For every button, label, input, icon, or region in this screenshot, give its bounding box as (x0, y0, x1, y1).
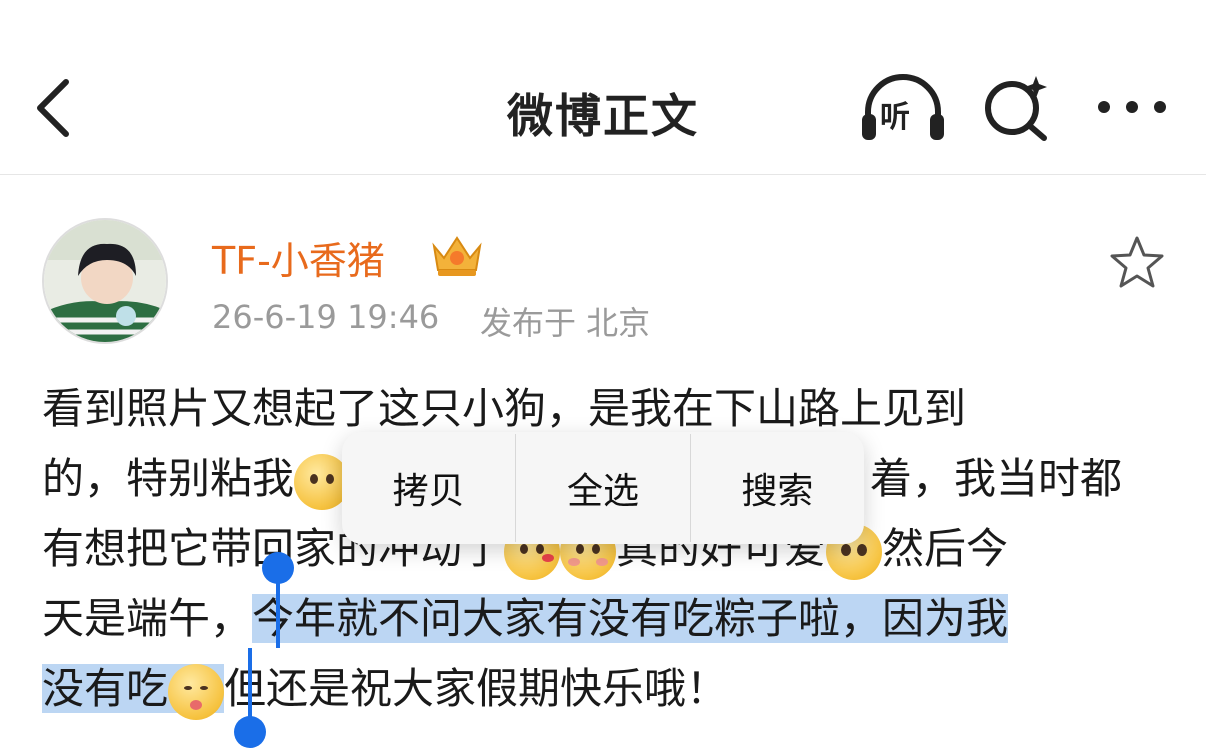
text-segment: 但还是祝大家假期快乐哦！ (224, 664, 729, 713)
select-all-button[interactable]: 全选 (516, 432, 689, 544)
selection-end-caret (248, 648, 252, 724)
copy-button[interactable]: 拷贝 (342, 432, 515, 544)
text-segment: 看到照片又想起了这只小狗，是我在下山路上见到 (42, 384, 967, 433)
listen-label[interactable]: 听 (880, 92, 910, 136)
top-nav-bar: 微博正文 听 (0, 0, 1206, 175)
more-dots-icon[interactable] (1092, 92, 1172, 122)
post-location: 发布于 北京 (480, 304, 651, 342)
ai-search-icon[interactable] (982, 72, 1052, 142)
selection-start-caret (276, 578, 280, 648)
username[interactable]: TF-小香猪 (212, 230, 385, 285)
tongue-emoji-icon (168, 663, 225, 720)
text-segment: 着，我当时都 (870, 454, 1123, 503)
text-segment: 没有吃 (42, 664, 169, 713)
avatar-image (44, 220, 166, 342)
post-timestamp: 26-6-19 19:46 (212, 298, 440, 336)
text-segment: 然后今 (882, 524, 1009, 573)
selected-text[interactable]: 今年就不问大家有没有吃粽子啦，因为我 (252, 594, 1009, 643)
text-segment: 天是端午， (42, 594, 253, 643)
star-favorite-icon[interactable] (1108, 234, 1166, 292)
crown-badge-icon[interactable] (428, 232, 486, 278)
avatar[interactable] (42, 218, 168, 344)
selection-end-handle[interactable] (234, 716, 266, 748)
search-button[interactable]: 搜索 (691, 432, 864, 544)
selected-text-segment[interactable]: 没有吃 (42, 663, 225, 720)
text-context-menu: 拷贝 全选 搜索 (342, 432, 864, 544)
text-segment: 的，特别粘我 (42, 454, 295, 503)
post-text-line-4: 天是端午，今年就不问大家有没有吃粽子啦，因为我 (42, 584, 1009, 654)
post-text-line-5: 没有吃 但还是祝大家假期快乐哦！ (42, 654, 728, 724)
